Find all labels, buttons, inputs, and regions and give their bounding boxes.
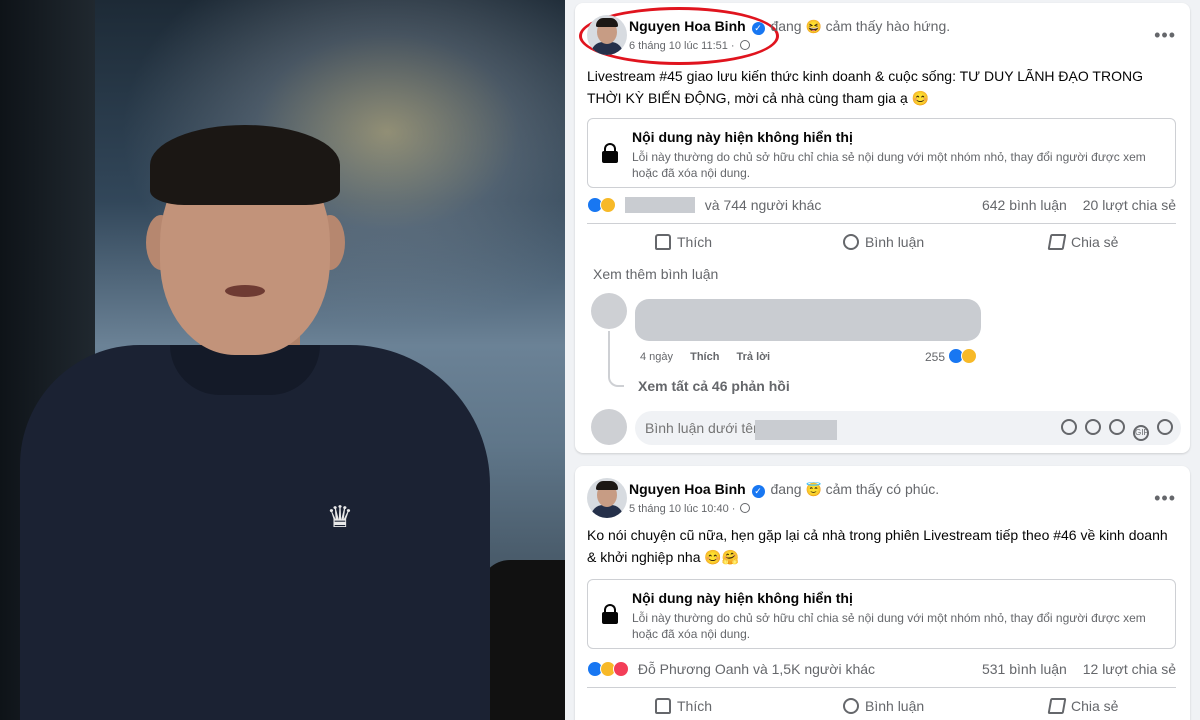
haha-reaction-icon[interactable] (600, 197, 616, 213)
feeling-text: cảm thấy hào hứng. (825, 18, 951, 34)
globe-icon (739, 40, 750, 50)
share-label: Chia sẻ (1071, 234, 1119, 250)
haha-reaction-icon (961, 348, 978, 364)
post-actions: Thích Bình luận Chia sẻ (587, 223, 1176, 257)
avatar[interactable] (587, 15, 627, 55)
unavailable-description: Lỗi này thường do chủ sở hữu chỉ chia sẻ… (632, 611, 1146, 641)
timestamp-text[interactable]: 6 tháng 10 lúc 11:51 · (629, 40, 735, 52)
reactions-text[interactable]: và 744 người khác (705, 197, 822, 213)
comment-meta: 4 ngày Thích Trả lời (640, 351, 784, 363)
comment-like-link[interactable]: Thích (690, 351, 719, 363)
blurred-username (755, 420, 837, 440)
hair (150, 125, 340, 205)
unavailable-title: Nội dung này hiện không hiển thị (632, 590, 853, 606)
like-button[interactable]: Thích (655, 228, 712, 256)
view-all-replies-link[interactable]: Xem tất cả 46 phản hồi (638, 378, 790, 394)
post-text: Ko nói chuyện cũ nữa, hẹn gặp lại cả nhà… (587, 527, 1168, 565)
blurred-name (624, 197, 695, 213)
mouth (225, 285, 265, 297)
post-header: Nguyen Hoa Binh ✓ đang 😇 cảm thấy có phú… (587, 478, 1178, 522)
lock-icon (602, 143, 618, 163)
news-feed: Nguyen Hoa Binh ✓ đang 😆 cảm thấy hào hứ… (565, 0, 1200, 720)
view-more-comments-link[interactable]: Xem thêm bình luận (593, 266, 718, 282)
emoji-icon[interactable] (1085, 419, 1101, 435)
comment-bubble-icon (843, 234, 859, 250)
post-timestamp[interactable]: 6 tháng 10 lúc 11:51 · (629, 40, 750, 52)
feeling-text: cảm thấy có phúc. (825, 481, 940, 497)
reactions-text[interactable]: Đỗ Phương Oanh và 1,5K người khác (638, 661, 875, 677)
author-line: Nguyen Hoa Binh ✓ đang 😆 cảm thấy hào hứ… (629, 18, 950, 35)
unavailable-title: Nội dung này hiện không hiển thị (632, 129, 853, 145)
lock-icon (602, 604, 618, 624)
feeling-emoji-icon: 😇 (805, 482, 822, 497)
feeling-emoji-icon: 😆 (805, 19, 822, 34)
like-button[interactable]: Thích (655, 692, 712, 720)
more-options-icon[interactable]: ••• (1154, 488, 1176, 509)
author-line: Nguyen Hoa Binh ✓ đang 😇 cảm thấy có phú… (629, 481, 939, 498)
thumbs-up-icon (655, 698, 671, 714)
comment-button[interactable]: Bình luận (843, 692, 924, 720)
share-count[interactable]: 12 lượt chia sẻ (1083, 661, 1176, 677)
share-arrow-icon (1047, 698, 1067, 714)
comment-count[interactable]: 531 bình luận (982, 661, 1067, 677)
share-label: Chia sẻ (1071, 698, 1119, 714)
share-button[interactable]: Chia sẻ (1047, 228, 1119, 256)
post-header: Nguyen Hoa Binh ✓ đang 😆 cảm thấy hào hứ… (579, 7, 1178, 65)
post-text: Livestream #45 giao lưu kiến thức kinh d… (587, 68, 1143, 106)
globe-icon (740, 503, 751, 513)
comment-reply-link[interactable]: Trả lời (737, 351, 771, 363)
video-frame: ♛ (0, 0, 565, 720)
comment-reactions[interactable]: 255 (925, 348, 978, 364)
current-user-avatar[interactable] (591, 409, 627, 445)
post-card: Nguyen Hoa Binh ✓ đang 😆 cảm thấy hào hứ… (575, 3, 1190, 453)
gif-icon[interactable]: GIF (1133, 425, 1149, 441)
post-stats: Đỗ Phương Oanh và 1,5K người khác 531 bì… (587, 661, 1176, 683)
feeling-prefix: đang (770, 481, 802, 497)
share-button[interactable]: Chia sẻ (1047, 692, 1119, 720)
timestamp-text[interactable]: 5 tháng 10 lúc 10:40 · (629, 503, 735, 515)
unavailable-content-box: Nội dung này hiện không hiển thị Lỗi này… (587, 579, 1176, 649)
comment-count[interactable]: 642 bình luận (982, 197, 1067, 213)
blurred-comment-bubble (635, 299, 981, 341)
feeling-prefix: đang (770, 18, 802, 34)
share-arrow-icon (1047, 234, 1067, 250)
share-count[interactable]: 20 lượt chia sẻ (1083, 197, 1176, 213)
sticker-icon[interactable] (1157, 419, 1173, 435)
unavailable-description: Lỗi này thường do chủ sở hữu chỉ chia sẻ… (632, 150, 1146, 180)
comment-label: Bình luận (865, 698, 925, 714)
chair (480, 560, 565, 720)
reply-thread-line (608, 331, 624, 387)
comment-age[interactable]: 4 ngày (640, 351, 673, 363)
more-options-icon[interactable]: ••• (1154, 25, 1176, 46)
like-label: Thích (677, 698, 713, 714)
like-label: Thích (677, 234, 713, 250)
verified-badge-icon: ✓ (751, 22, 765, 35)
commenter-avatar[interactable] (591, 293, 627, 329)
comment-label: Bình luận (865, 234, 925, 250)
crown-logo-icon: ♛ (326, 501, 354, 534)
avatar[interactable] (587, 478, 627, 518)
unavailable-content-box: Nội dung này hiện không hiển thị Lỗi này… (587, 118, 1176, 188)
author-name[interactable]: Nguyen Hoa Binh (629, 18, 746, 34)
post-actions: Thích Bình luận Chia sẻ (587, 687, 1176, 720)
verified-badge-icon: ✓ (751, 485, 765, 498)
comment-tools: GIF (1053, 419, 1173, 441)
post-card: Nguyen Hoa Binh ✓ đang 😇 cảm thấy có phú… (575, 466, 1190, 720)
post-timestamp[interactable]: 5 tháng 10 lúc 10:40 · (629, 503, 751, 515)
comment-reaction-count: 255 (925, 350, 946, 364)
polo-shirt (20, 345, 490, 720)
comment-button[interactable]: Bình luận (843, 228, 924, 256)
comment-input-box[interactable]: GIF (635, 411, 1181, 445)
love-reaction-icon[interactable] (613, 661, 629, 677)
comment-bubble-icon (843, 698, 859, 714)
author-name[interactable]: Nguyen Hoa Binh (629, 481, 746, 497)
camera-icon[interactable] (1109, 419, 1125, 435)
post-stats: và 744 người khác 642 bình luận 20 lượt … (587, 197, 1176, 219)
avatar-sticker-icon[interactable] (1061, 419, 1077, 435)
thumbs-up-icon (655, 234, 671, 250)
